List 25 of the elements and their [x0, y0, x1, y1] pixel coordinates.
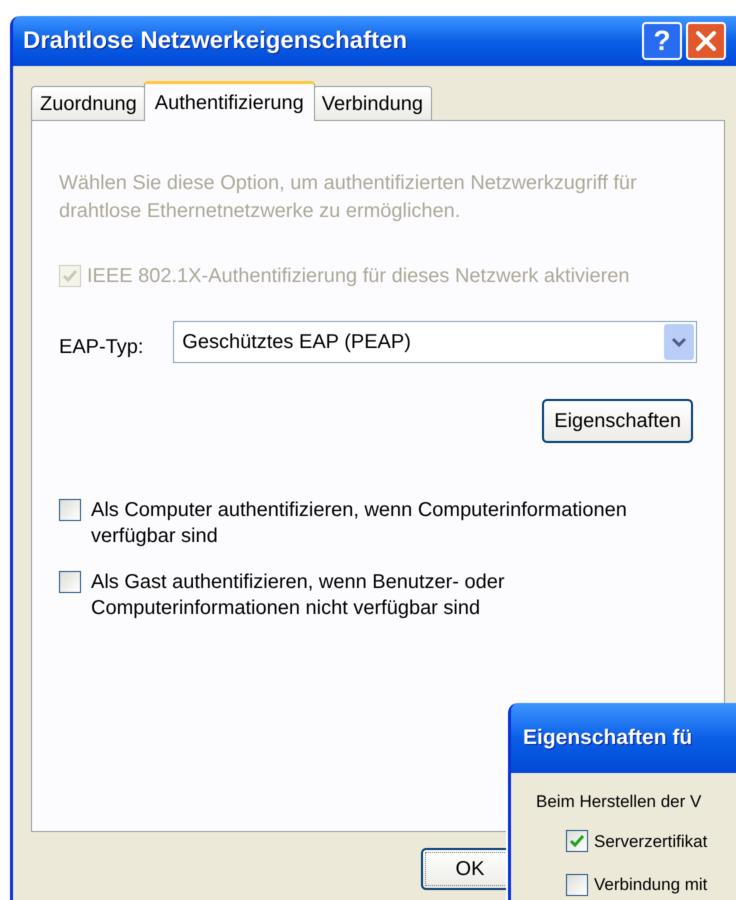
checkmark-icon — [570, 835, 584, 848]
checkbox-label: Serverzertifikat — [594, 830, 708, 852]
checkbox[interactable] — [566, 874, 588, 896]
window-title: Drahtlose Netzwerkeigenschaften — [23, 26, 408, 56]
checkbox-label: Als Gast authentifizieren, wenn Benutzer- oder Computerinformationen nicht verfügbar sind — [91, 570, 506, 621]
checkbox-label: IEEE 802.1X-Authentifizierung für dieses Netzwerk aktivieren — [87, 264, 630, 289]
tab[interactable]: Verbindung — [312, 86, 432, 120]
intro-text: Beim Herstellen der V — [536, 791, 702, 813]
checkbox[interactable] — [59, 499, 81, 521]
checkbox-label: Verbindung mit — [594, 874, 708, 896]
tab[interactable]: Authentifizierung — [144, 81, 315, 121]
tab[interactable]: Zuordnung — [31, 86, 146, 120]
checkbox[interactable] — [59, 571, 81, 593]
chevron-down-icon — [664, 324, 694, 360]
checkmark-icon — [63, 270, 77, 282]
window-title: Eigenschaften fü — [523, 725, 692, 752]
close-icon — [694, 29, 718, 53]
description-text: Wählen Sie diese Option, um authentifizierten Netzwerkzugriff für drahtlose Ethernetnetzwerke zu ermöglichen. — [59, 171, 638, 224]
checkbox-label: Als Computer authentifizieren, wenn Computerinformationen verfügbar sind — [91, 498, 628, 549]
eap-type-label: EAP-Typ: — [59, 335, 144, 360]
checkbox[interactable] — [566, 830, 588, 852]
help-button[interactable]: ? — [642, 22, 682, 60]
eap-type-dropdown[interactable]: Geschütztes EAP (PEAP) — [173, 321, 697, 363]
close-button[interactable] — [686, 22, 726, 60]
properties-button[interactable]: Eigenschaften — [542, 399, 693, 443]
